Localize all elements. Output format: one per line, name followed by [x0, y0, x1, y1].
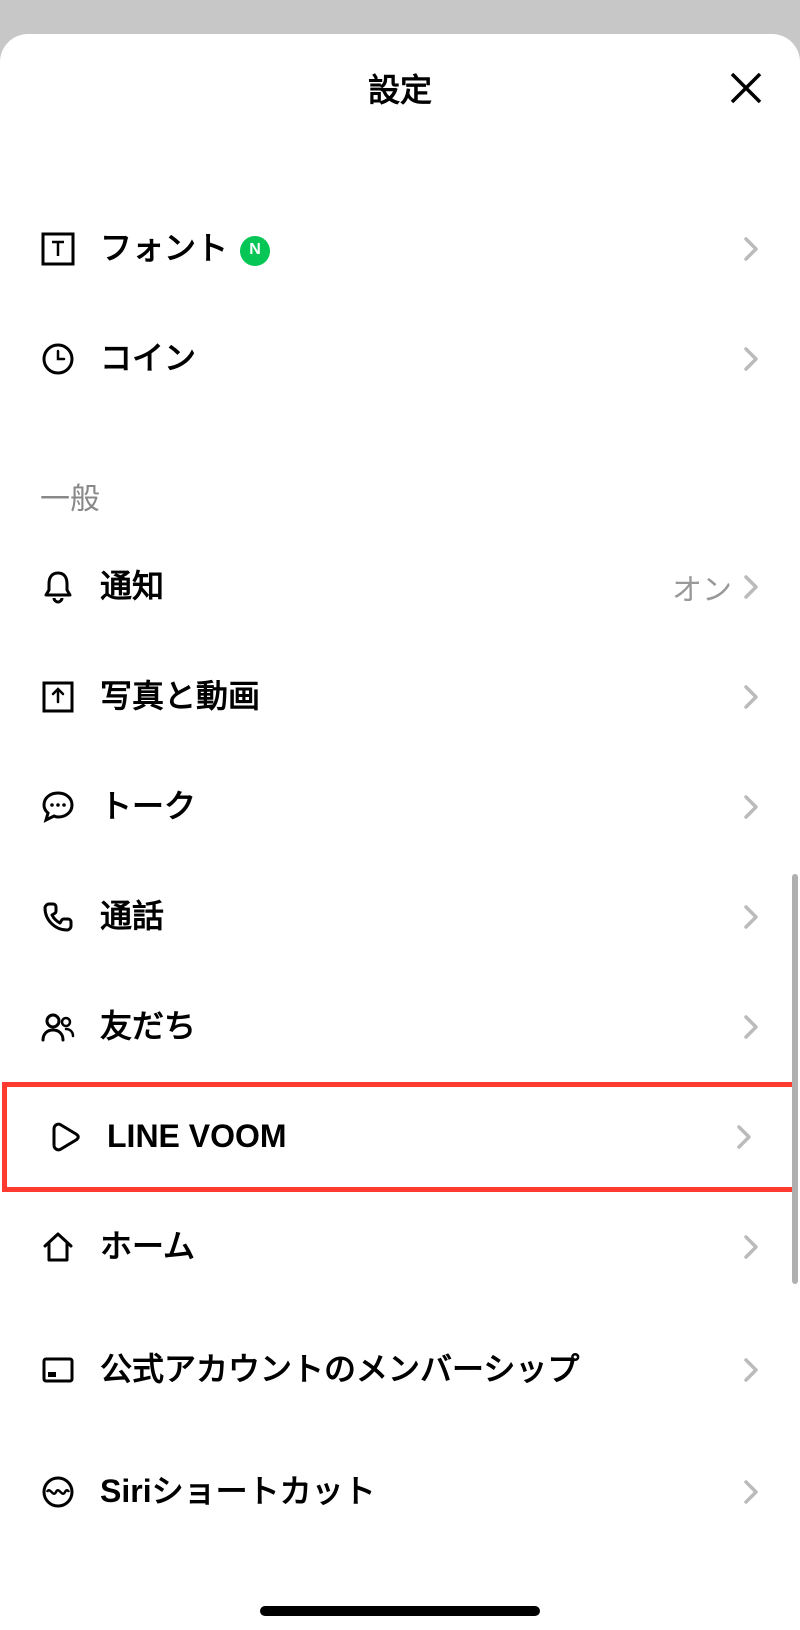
item-label: フォントN: [100, 228, 742, 270]
item-label: 友だち: [100, 1006, 742, 1048]
settings-item-siri[interactable]: Siriショートカット: [0, 1437, 800, 1547]
home-icon: [40, 1229, 76, 1265]
chevron-right-icon: [742, 1478, 760, 1506]
chevron-right-icon: [735, 1123, 753, 1151]
settings-item-home[interactable]: ホーム: [0, 1192, 800, 1302]
chevron-right-icon: [742, 683, 760, 711]
settings-item-photo-video[interactable]: 写真と動画: [0, 642, 800, 752]
settings-item-font[interactable]: フォントN: [0, 194, 800, 304]
image-icon: [40, 679, 76, 715]
home-indicator[interactable]: [260, 1606, 540, 1616]
chevron-right-icon: [742, 1013, 760, 1041]
item-label: 公式アカウントのメンバーシップ: [100, 1349, 742, 1391]
chevron-right-icon: [742, 903, 760, 931]
chevron-right-icon: [742, 345, 760, 373]
phone-icon: [40, 899, 76, 935]
scrollbar[interactable]: [792, 874, 798, 1284]
settings-item-membership[interactable]: 公式アカウントのメンバーシップ: [0, 1302, 800, 1437]
settings-item-friends[interactable]: 友だち: [0, 972, 800, 1082]
item-label: 通知: [100, 566, 672, 608]
section-header-general: 一般: [0, 434, 800, 532]
card-icon: [40, 1352, 76, 1388]
settings-item-line-voom[interactable]: LINE VOOM: [2, 1082, 798, 1192]
settings-item-talk[interactable]: トーク: [0, 752, 800, 862]
chevron-right-icon: [742, 573, 760, 601]
chevron-right-icon: [742, 793, 760, 821]
item-label: 写真と動画: [100, 676, 742, 718]
item-value: オン: [672, 565, 732, 609]
close-icon: [728, 70, 764, 106]
page-title: 設定: [368, 65, 432, 111]
coin-icon: [40, 341, 76, 377]
settings-item-notifications[interactable]: 通知 オン: [0, 532, 800, 642]
chat-icon: [40, 789, 76, 825]
chevron-right-icon: [742, 235, 760, 263]
item-label: コイン: [100, 338, 742, 380]
chevron-right-icon: [742, 1356, 760, 1384]
close-button[interactable]: [724, 66, 768, 110]
item-label: 通話: [100, 896, 742, 938]
settings-item-calls[interactable]: 通話: [0, 862, 800, 972]
item-label: LINE VOOM: [107, 1116, 735, 1158]
item-label: Siriショートカット: [100, 1471, 742, 1513]
friends-icon: [40, 1009, 76, 1045]
modal-header: 設定: [0, 34, 800, 142]
bell-icon: [40, 569, 76, 605]
font-icon: [40, 231, 76, 267]
new-badge: N: [240, 236, 270, 266]
settings-modal: 設定 フォントN コイン 一般 通知 オン 写真と動画: [0, 34, 800, 1630]
settings-item-coin[interactable]: コイン: [0, 304, 800, 414]
item-label: トーク: [100, 786, 742, 828]
play-icon: [47, 1119, 83, 1155]
item-label: ホーム: [100, 1226, 742, 1268]
siri-icon: [40, 1474, 76, 1510]
chevron-right-icon: [742, 1233, 760, 1261]
